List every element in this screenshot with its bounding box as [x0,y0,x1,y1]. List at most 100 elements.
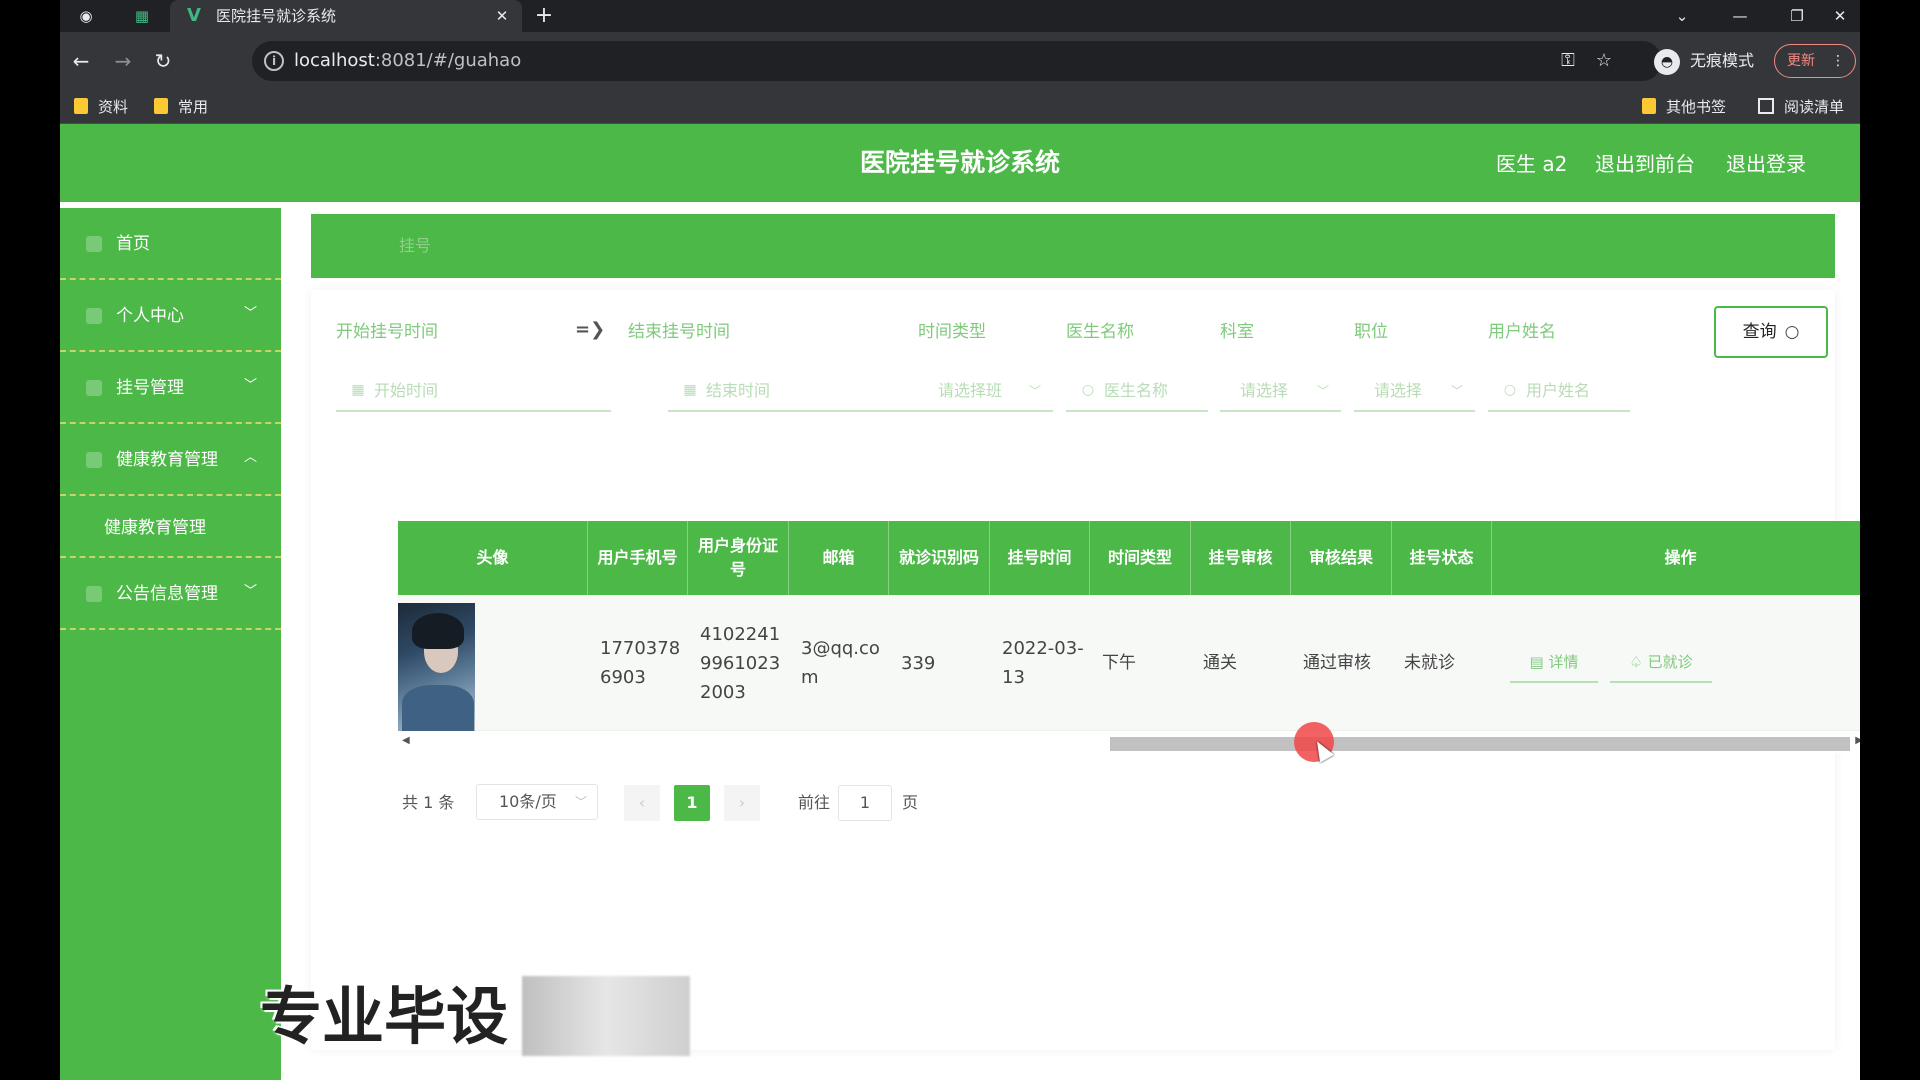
chevron-down-icon: ﹀ [1028,384,1041,398]
time-type-select[interactable]: 请选择班 ﹀ [918,370,1053,412]
end-time-label: 结束挂号时间 [628,322,730,342]
other-bookmarks[interactable]: 其他书签 [1642,97,1726,117]
doctor-name-input[interactable]: ○ 医生名称 [1066,370,1208,412]
sidebar-item-announcements[interactable]: 公告信息管理 ﹀ [60,558,281,630]
app-header: 医院挂号就诊系统 医生 a2 退出到前台 退出登录 [60,124,1860,202]
folder-icon [154,98,168,114]
sheet-favicon-icon[interactable]: ▦ [130,4,154,28]
incognito-label: 无痕模式 [1690,51,1755,70]
chevron-down-icon: ﹀ [243,584,257,599]
back-to-front-link[interactable]: 退出到前台 [1595,152,1695,176]
chevron-down-icon: ﹀ [243,378,257,393]
sidebar-item-registration[interactable]: 挂号管理 ﹀ [60,352,281,424]
col-status: 挂号状态 [1392,521,1492,595]
reload-icon[interactable]: ↻ [148,46,178,76]
sidebar-item-health-education[interactable]: 健康教育管理 ︿ [60,424,281,496]
time-type-label: 时间类型 [918,322,986,342]
start-time-input[interactable]: ▦ 开始时间 [336,370,611,412]
chevron-up-icon: ︿ [243,450,257,465]
mark-visited-button[interactable]: ♤ 已就诊 [1610,647,1712,683]
prev-page-button[interactable]: ‹ [624,785,660,821]
cell-visit-code: 339 [901,652,936,674]
position-select[interactable]: 请选择 ﹀ [1354,370,1475,412]
restore-icon[interactable]: ❐ [1777,2,1817,30]
folder-icon [74,98,88,114]
back-icon[interactable]: ← [66,46,96,76]
next-page-button[interactable]: › [724,785,760,821]
sidebar-item-home[interactable]: 首页 [60,208,281,280]
end-time-input[interactable]: ▦ 结束时间 [668,370,943,412]
search-icon: ○ [1784,322,1800,342]
chevron-down-icon: ﹀ [1316,384,1329,398]
goto-prefix: 前往 [798,793,831,812]
more-icon[interactable]: ⋮ [1831,45,1845,77]
department-label: 科室 [1220,322,1254,342]
cell-time-type: 下午 [1102,652,1136,673]
bookmark-folder-2[interactable]: 常用 [154,97,208,117]
col-phone: 用户手机号 [588,521,688,595]
update-button[interactable]: 更新 ⋮ [1774,44,1856,78]
sidebar-subitem-health-education[interactable]: 健康教育管理 [60,496,281,558]
col-email: 邮箱 [789,521,889,595]
col-audit: 挂号审核 [1191,521,1291,595]
cell-reg-time: 2022-03-13 [1002,638,1084,688]
calendar-icon: ▦ [683,382,697,398]
url-field[interactable]: i localhost:8081/#/guahao ⚿ ☆ [252,41,1662,81]
search-icon: ○ [1081,382,1095,398]
bookmark-folder-1[interactable]: 资料 [74,97,128,117]
user-avatar-image [398,603,475,731]
active-tab[interactable]: V 医院挂号就诊系统 ✕ [170,0,522,32]
tab-close-icon[interactable]: ✕ [492,6,512,26]
browser-menu-icon[interactable]: ◉ [74,4,98,28]
department-select[interactable]: 请选择 ﹀ [1220,370,1341,412]
scrollbar-thumb[interactable] [1110,737,1850,751]
list-icon [86,380,102,396]
page-1-button[interactable]: 1 [674,785,710,821]
watermark-overlay: 专业毕设 [260,976,690,1056]
site-info-icon[interactable]: i [264,51,284,71]
incognito-icon: ◓ [1654,49,1680,75]
vue-favicon-icon: V [187,5,201,26]
goto-page-input[interactable]: 1 [838,785,892,821]
user-name-input[interactable]: ○ 用户姓名 [1488,370,1630,412]
cell-phone: 17703786903 [600,638,681,688]
table-horizontal-scrollbar[interactable]: ◀ ▶ [398,731,1860,753]
col-actions: 操作 [1664,548,1697,567]
document-icon: ▤ [1529,653,1549,671]
col-visit-code: 就诊识别码 [889,521,990,595]
password-key-icon[interactable]: ⚿ [1556,49,1580,73]
range-arrow-icon: =❯ [575,319,606,340]
breadcrumb-current[interactable]: 挂号 [399,236,431,256]
page-size-select[interactable]: 10条/页 ﹀ [476,784,598,820]
col-audit-result: 审核结果 [1291,521,1392,595]
scroll-right-icon[interactable]: ▶ [1855,735,1860,746]
breadcrumb: 挂号 [311,214,1835,278]
thumb-icon: ♤ [1629,653,1648,671]
cell-idcard: 410224199610232003 [700,623,781,703]
reading-list[interactable]: 阅读清单 [1758,97,1844,117]
table-row: 17703786903 410224199610232003 3@qq.com … [398,595,1860,731]
col-idcard: 用户身份证号 [688,521,789,595]
sidebar: 首页 个人中心 ﹀ 挂号管理 ﹀ 健康教育管理 ︿ 健康教育管理 公告信息管理 … [60,208,281,1080]
tab-search-icon[interactable]: ⌄ [1662,2,1702,30]
doctor-name-label: 医生名称 [1066,322,1134,342]
detail-button[interactable]: ▤ 详情 [1510,647,1598,683]
sidebar-item-profile[interactable]: 个人中心 ﹀ [60,280,281,352]
bookmark-star-icon[interactable]: ☆ [1592,49,1616,73]
chevron-down-icon: ﹀ [574,795,587,809]
home-icon [86,236,102,252]
query-button[interactable]: 查询 ○ [1714,306,1828,358]
app-title: 医院挂号就诊系统 [859,148,1060,177]
window-close-icon[interactable]: ✕ [1820,2,1860,30]
forward-icon[interactable]: → [108,46,138,76]
col-reg-time: 挂号时间 [990,521,1090,595]
user-icon [86,308,102,324]
logout-link[interactable]: 退出登录 [1726,152,1806,176]
new-tab-button[interactable]: + [532,4,556,28]
table-header: 头像 用户手机号 用户身份证号 邮箱 就诊识别码 挂号时间 时间类型 挂号审核 … [398,521,1860,595]
minimize-icon[interactable]: — [1720,2,1760,30]
book-icon [86,452,102,468]
cell-status: 未就诊 [1404,652,1455,673]
scroll-left-icon[interactable]: ◀ [402,735,410,746]
watermark-text: 专业毕设 [260,980,509,1053]
